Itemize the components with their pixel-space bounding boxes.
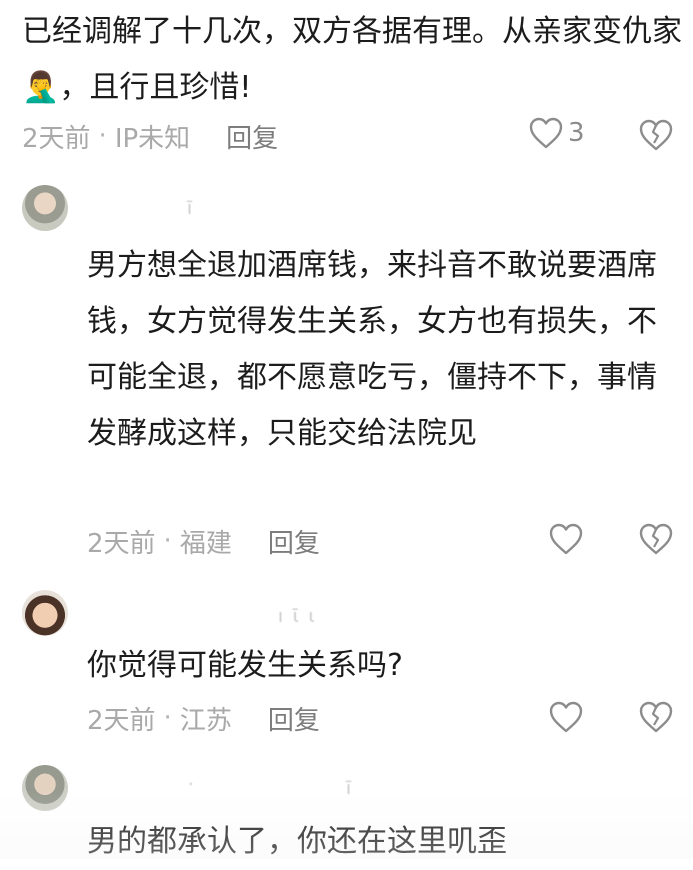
reply-meta: 2天前 · 江苏 回复 <box>87 698 320 738</box>
broken-heart-icon <box>638 118 674 152</box>
avatar[interactable] <box>22 590 68 636</box>
reply-button[interactable]: 回复 <box>268 700 320 737</box>
reply-button[interactable]: 回复 <box>268 523 320 560</box>
like-button[interactable]: 3 <box>528 116 585 150</box>
username-redacted: ī <box>346 778 354 799</box>
broken-heart-icon <box>638 522 674 556</box>
username-redacted: ī <box>187 198 195 219</box>
meta-separator: · <box>163 703 172 733</box>
like-count: 3 <box>568 118 585 148</box>
comment-time: 2天前 <box>22 123 91 154</box>
heart-outline-icon <box>528 116 564 150</box>
dislike-button[interactable] <box>638 700 674 734</box>
like-button[interactable] <box>548 522 584 556</box>
comment-location: 福建 <box>179 528 232 559</box>
meta-separator: · <box>98 121 107 151</box>
heart-outline-icon <box>548 700 584 734</box>
username-redacted: · <box>188 774 196 795</box>
meta-separator: · <box>163 526 172 556</box>
reply-meta: 2天前 · 福建 回复 <box>87 521 320 561</box>
reply-text: 男的都承认了，你还在这里叽歪 <box>87 824 507 859</box>
top-comment-actions: 3 <box>528 116 585 150</box>
username-redacted: ı ῑ ι <box>278 606 317 627</box>
comment-time: 2天前 <box>87 705 156 736</box>
comment-location: IP未知 <box>114 123 191 154</box>
top-comment: 已经调解了十几次，双方各据有理。从亲家变仇家🤦‍♂️，且行且珍惜! <box>22 4 682 116</box>
dislike-button[interactable] <box>638 118 674 152</box>
top-comment-text: 已经调解了十几次，双方各据有理。从亲家变仇家🤦‍♂️，且行且珍惜! <box>22 14 682 105</box>
heart-outline-icon <box>548 522 584 556</box>
comment-location: 江苏 <box>179 705 232 736</box>
reply-item: 男的都承认了，你还在这里叽歪 <box>87 814 685 870</box>
reply-text: 男方想全退加酒席钱，来抖音不敢说要酒席钱，女方觉得发生关系，女方也有损失，不可能… <box>87 248 657 451</box>
reply-item: 你觉得可能发生关系吗? <box>87 638 685 694</box>
top-comment-meta: 2天前 · IP未知 回复 <box>22 116 278 156</box>
reply-text: 你觉得可能发生关系吗? <box>87 648 403 683</box>
comment-time: 2天前 <box>87 528 156 559</box>
avatar[interactable] <box>22 185 68 231</box>
like-button[interactable] <box>548 700 584 734</box>
broken-heart-icon <box>638 700 674 734</box>
reply-item: 男方想全退加酒席钱，来抖音不敢说要酒席钱，女方觉得发生关系，女方也有损失，不可能… <box>87 238 685 462</box>
reply-button[interactable]: 回复 <box>226 118 278 155</box>
avatar[interactable] <box>22 765 68 811</box>
dislike-button[interactable] <box>638 522 674 556</box>
